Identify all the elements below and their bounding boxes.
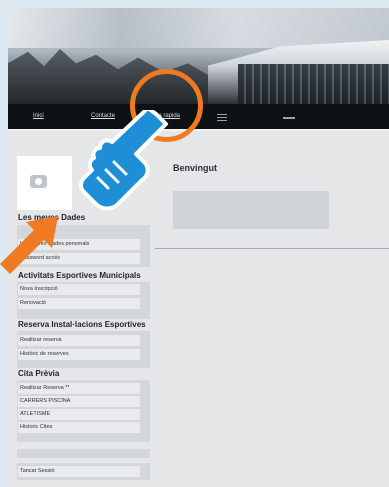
section-title-cita-previa: Cita Prèvia (18, 369, 60, 378)
page-title: Benvingut (173, 163, 217, 173)
app-frame: Inici Contacte Guia rapida Benvingut Les… (8, 8, 389, 487)
banner-sky (8, 8, 389, 48)
camera-icon[interactable] (30, 175, 47, 188)
section-title-reserva: Reserva Instal·lacions Esportives (18, 320, 146, 329)
pointer-hand-icon (79, 110, 168, 210)
menu-icon[interactable] (217, 114, 227, 121)
banner-building-glass (238, 64, 389, 104)
sidebar-item-nova-inscripcio[interactable]: Nova Inscripció (18, 284, 140, 295)
nav-link-inici[interactable]: Inici (33, 113, 44, 119)
sidebar-item-atletisme[interactable]: ATLETISME (18, 409, 140, 420)
sidebar-item-realitzar-reserva-cita[interactable]: Realitzar Reserva ** (18, 383, 140, 394)
sidebar-spacer (17, 449, 150, 458)
sidebar-item-historic-cites[interactable]: Historic Cites (18, 422, 140, 433)
sidebar-item-carrers-piscina[interactable]: CARRERS PISCINA (18, 396, 140, 407)
sidebar-item-renovacio[interactable]: Renovació (18, 298, 140, 309)
divider (155, 248, 389, 249)
nav-dash (283, 117, 295, 119)
sidebar-item-realitzar-reserva[interactable]: Realitzar reserva (18, 335, 140, 346)
welcome-box (173, 191, 329, 229)
arrow-icon (0, 216, 58, 274)
logout-button[interactable]: Tancar Sessió (18, 466, 140, 477)
sidebar-item-historic-reserves[interactable]: Històric de reserves (18, 349, 140, 360)
